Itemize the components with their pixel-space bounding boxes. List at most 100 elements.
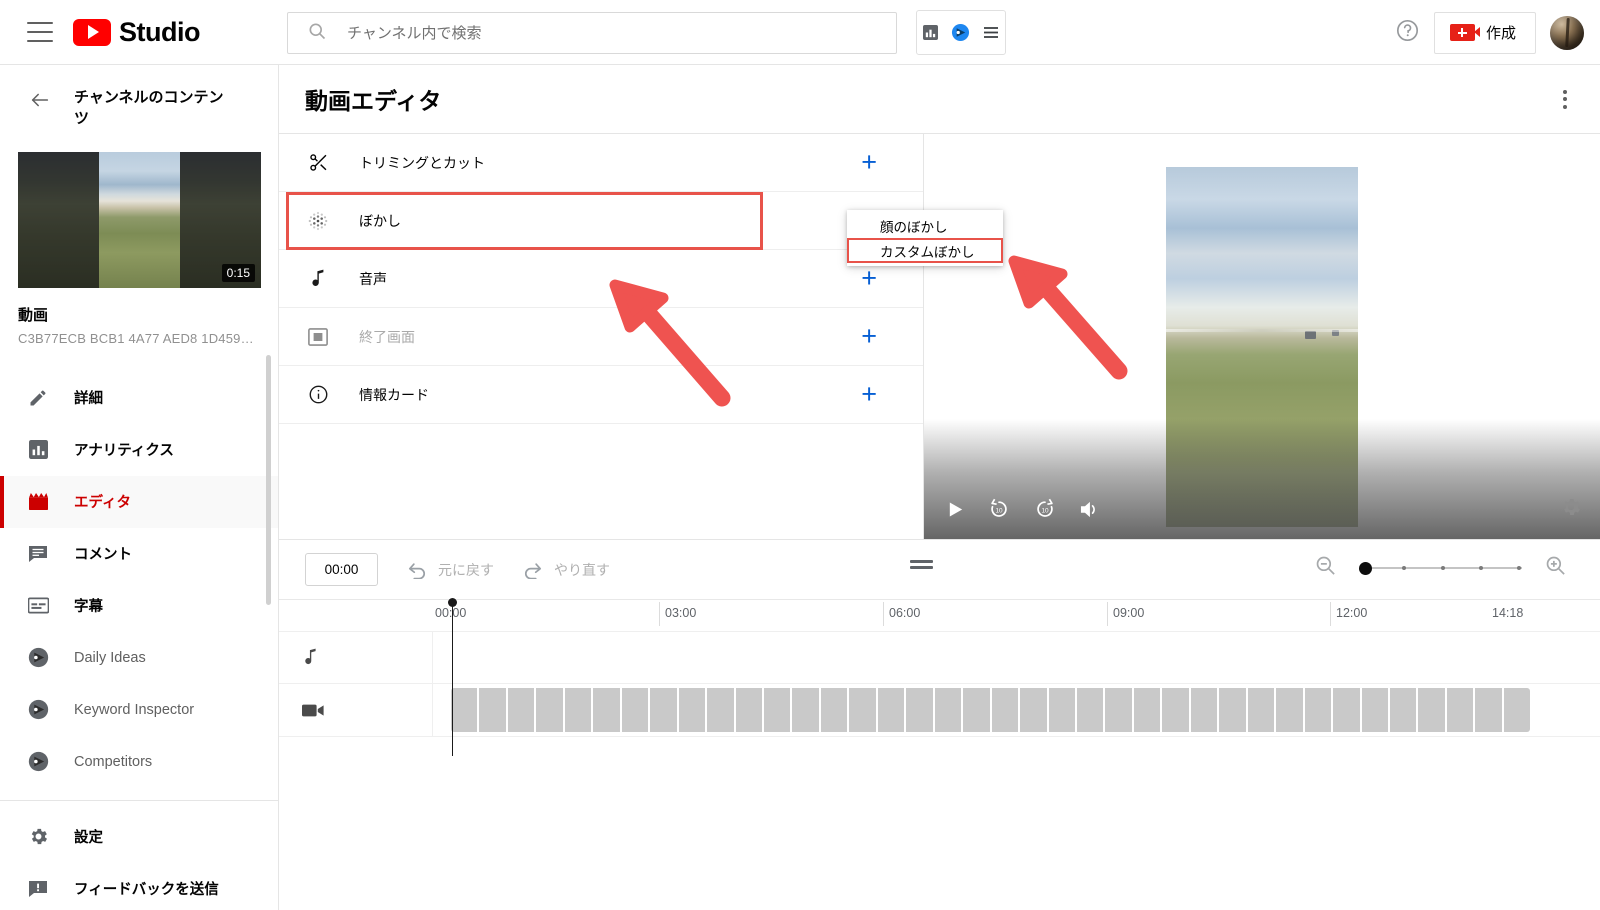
sidebar-item-analytics[interactable]: アナリティクス bbox=[0, 424, 278, 476]
film-frame bbox=[1133, 688, 1161, 732]
create-button[interactable]: 作成 bbox=[1433, 11, 1536, 54]
timecode-input[interactable]: 00:00 bbox=[305, 553, 378, 586]
tools-list: トリミングとカット + ぼかし 音声 + 終了画面 + 情報カード + bbox=[279, 134, 923, 539]
svg-text:10: 10 bbox=[995, 508, 1003, 515]
film-frame bbox=[1276, 688, 1303, 732]
redo-button[interactable]: やり直す bbox=[522, 560, 610, 580]
ruler-mark: 03:00 bbox=[659, 602, 696, 626]
sidebar-item-label: 設定 bbox=[74, 830, 103, 847]
tool-row-end-screen[interactable]: 終了画面 + bbox=[279, 308, 923, 366]
svg-text:10: 10 bbox=[1041, 508, 1049, 515]
zoom-slider-knob[interactable] bbox=[1359, 562, 1372, 575]
tool-label: トリミングとカット bbox=[359, 154, 485, 171]
extension-toolbar bbox=[916, 10, 1006, 55]
ruler-mark: 12:00 bbox=[1330, 602, 1367, 626]
undo-button[interactable]: 元に戻す bbox=[406, 560, 494, 580]
film-frame bbox=[479, 688, 506, 732]
tool-row-info-cards[interactable]: 情報カード + bbox=[279, 366, 923, 424]
sidebar-scrollbar[interactable] bbox=[266, 355, 271, 605]
add-info-card-button[interactable]: + bbox=[861, 381, 877, 408]
add-audio-button[interactable]: + bbox=[861, 265, 877, 292]
sidebar-item-label: 詳細 bbox=[74, 391, 103, 408]
film-frame bbox=[1247, 688, 1275, 732]
list-icon[interactable] bbox=[983, 26, 999, 39]
film-frame bbox=[1190, 688, 1218, 732]
film-frame bbox=[877, 688, 905, 732]
timeline-toolbar: 00:00 元に戻す やり直す bbox=[279, 540, 1600, 599]
sidebar-nav: 詳細 アナリティクス エディタ コメント 字幕 Daily Ideas Keyw… bbox=[0, 372, 278, 910]
youtube-studio-logo[interactable]: Studio bbox=[73, 17, 200, 48]
audio-track-row[interactable] bbox=[279, 631, 1600, 684]
analytics-bar-icon bbox=[26, 440, 50, 460]
sidebar-item-settings[interactable]: 設定 bbox=[0, 811, 278, 863]
zoom-slider-tick bbox=[1517, 566, 1521, 570]
blur-options-dropdown: 顔のぼかし カスタムぼかし bbox=[847, 210, 1003, 266]
dropdown-item-face-blur[interactable]: 顔のぼかし bbox=[847, 213, 1003, 238]
sidebar-item-label: Keyword Inspector bbox=[74, 701, 195, 718]
pencil-icon bbox=[26, 388, 50, 408]
sidebar-item-competitors[interactable]: Competitors bbox=[0, 736, 278, 788]
drag-handle-icon[interactable] bbox=[910, 560, 933, 569]
video-track-body[interactable] bbox=[432, 684, 1600, 736]
zoom-slider-tick bbox=[1479, 566, 1483, 570]
timeline-ruler[interactable]: 00:00 03:00 06:00 09:00 12:00 14:18 bbox=[279, 598, 1600, 756]
zoom-out-icon[interactable] bbox=[1314, 554, 1337, 582]
page-header: 動画エディタ bbox=[279, 65, 1600, 133]
film-frame bbox=[934, 688, 962, 732]
create-button-label: 作成 bbox=[1485, 25, 1516, 42]
film-frame bbox=[1162, 688, 1189, 732]
zoom-in-icon[interactable] bbox=[1544, 554, 1567, 582]
avatar[interactable] bbox=[1550, 15, 1584, 50]
help-circle-icon[interactable] bbox=[1395, 18, 1420, 48]
tool-row-trim-and-cut[interactable]: トリミングとカット + bbox=[279, 134, 923, 192]
bar-chart-icon[interactable] bbox=[923, 25, 939, 40]
vidiq-logo-icon bbox=[26, 699, 50, 720]
film-frame bbox=[735, 688, 762, 732]
player-controls: 10 10 bbox=[946, 497, 1102, 521]
gear-icon bbox=[26, 826, 50, 847]
volume-icon[interactable] bbox=[1079, 499, 1102, 520]
more-vertical-icon[interactable] bbox=[1555, 82, 1575, 117]
thumbnail-video-frame bbox=[99, 151, 180, 288]
video-camera-icon bbox=[279, 703, 432, 718]
page-title: 動画エディタ bbox=[305, 88, 442, 114]
search-bar[interactable] bbox=[287, 12, 897, 54]
forward-10-icon[interactable]: 10 bbox=[1033, 497, 1057, 521]
video-clip[interactable] bbox=[451, 688, 1530, 732]
add-trim-button[interactable]: + bbox=[861, 149, 877, 176]
vidiq-logo-icon[interactable] bbox=[951, 23, 970, 42]
replay-10-icon[interactable]: 10 bbox=[987, 497, 1011, 521]
sidebar-item-send-feedback[interactable]: フィードバックを送信 bbox=[0, 863, 278, 910]
sidebar-item-label: アナリティクス bbox=[74, 443, 174, 460]
video-thumbnail[interactable]: 0:15 bbox=[18, 151, 261, 288]
video-track-row[interactable] bbox=[279, 684, 1600, 737]
sidebar-item-label: Competitors bbox=[74, 753, 153, 770]
add-end-screen-button[interactable]: + bbox=[861, 323, 877, 350]
sidebar-item-daily-ideas[interactable]: Daily Ideas bbox=[0, 632, 278, 684]
player-settings-gear-icon[interactable] bbox=[1560, 496, 1582, 523]
zoom-slider[interactable] bbox=[1359, 560, 1522, 576]
sidebar-item-subtitles[interactable]: 字幕 bbox=[0, 580, 278, 632]
film-frame bbox=[1475, 688, 1502, 732]
film-frame bbox=[678, 688, 706, 732]
audio-track-body[interactable] bbox=[432, 632, 1600, 683]
arrow-left-icon[interactable] bbox=[28, 89, 52, 116]
film-frame bbox=[1446, 688, 1474, 732]
feedback-icon bbox=[26, 879, 50, 899]
play-icon[interactable] bbox=[946, 500, 965, 519]
dropdown-item-custom-blur[interactable]: カスタムぼかし bbox=[847, 238, 1003, 263]
blur-dots-icon bbox=[305, 210, 331, 232]
sidebar-item-keyword-inspector[interactable]: Keyword Inspector bbox=[0, 684, 278, 736]
sidebar: チャンネルのコンテンツ 0:15 動画 C3B77ECB BCB1 4A77 A… bbox=[0, 65, 279, 910]
sidebar-item-editor[interactable]: エディタ bbox=[0, 475, 278, 528]
sidebar-item-comments[interactable]: コメント bbox=[0, 528, 278, 580]
hamburger-icon[interactable] bbox=[27, 22, 53, 42]
film-frame bbox=[1418, 688, 1445, 732]
search-input[interactable] bbox=[347, 24, 867, 42]
editor-split: トリミングとカット + ぼかし 音声 + 終了画面 + 情報カード + 10 1… bbox=[279, 133, 1600, 539]
film-frame bbox=[507, 688, 535, 732]
playhead[interactable] bbox=[448, 598, 457, 756]
tool-row-blur[interactable]: ぼかし bbox=[279, 192, 923, 250]
tool-row-audio[interactable]: 音声 + bbox=[279, 250, 923, 308]
sidebar-item-details[interactable]: 詳細 bbox=[0, 372, 278, 424]
